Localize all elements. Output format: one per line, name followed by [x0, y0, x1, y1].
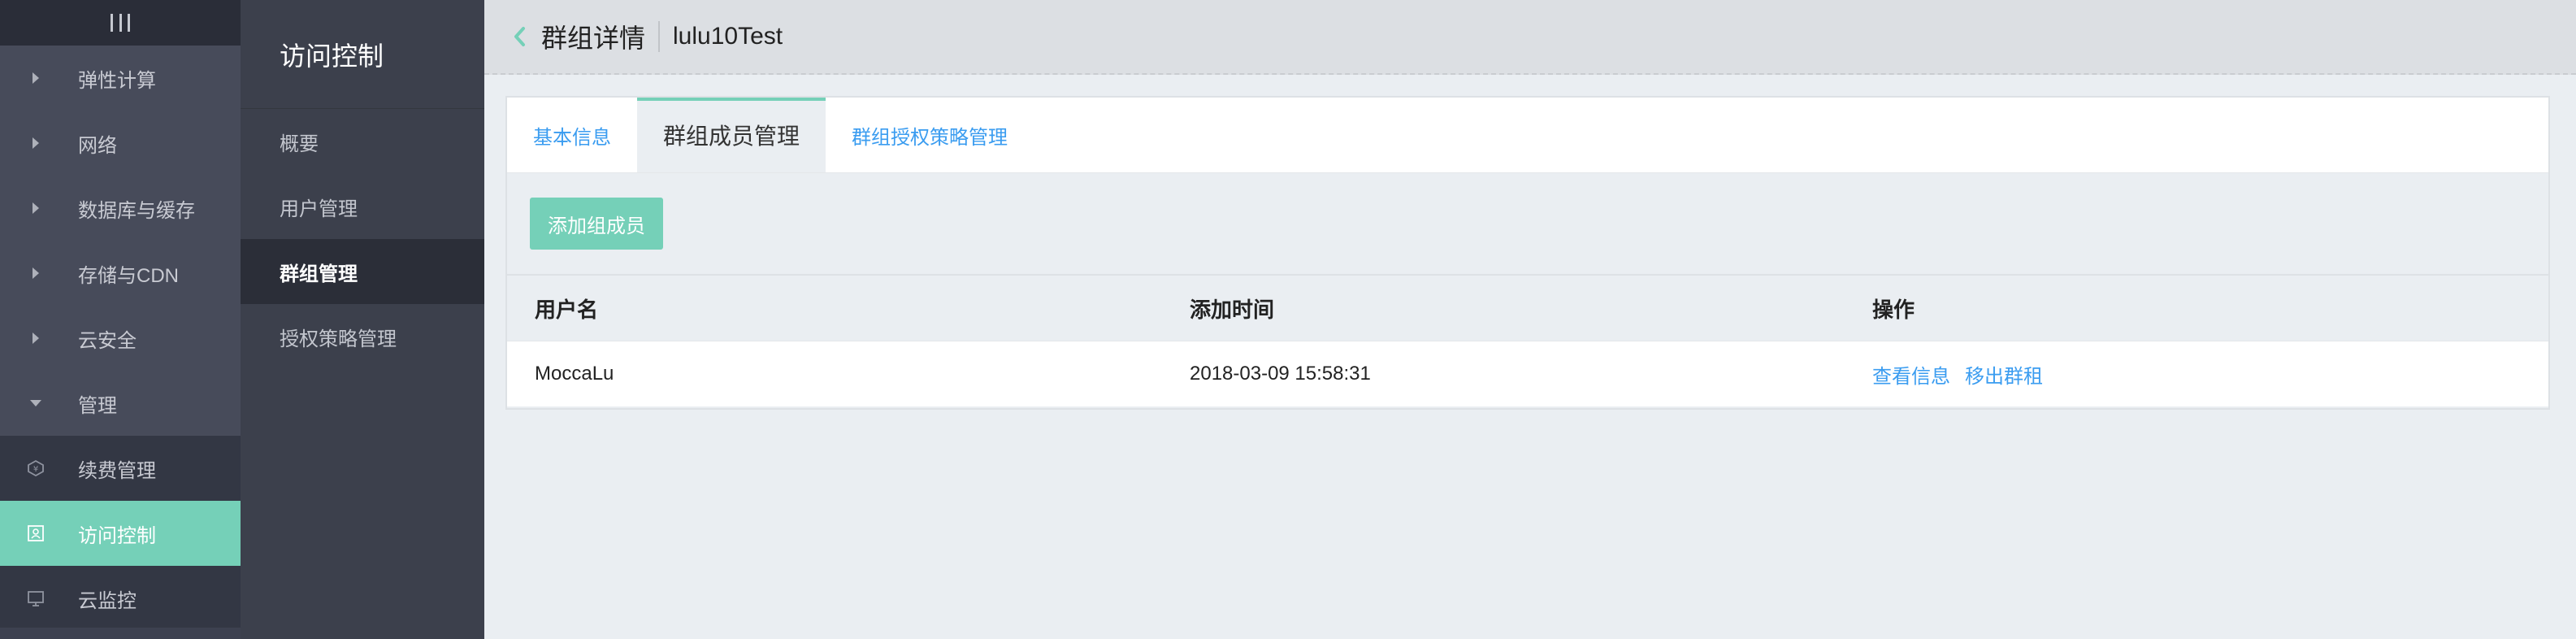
nav-group-storage[interactable]: 存储与CDN — [0, 241, 241, 306]
secondary-sidebar: 访问控制 概要 用户管理 群组管理 授权策略管理 — [241, 0, 484, 639]
chevron-right-icon — [33, 267, 39, 279]
nav-item-access-control[interactable]: 访问控制 — [0, 501, 241, 566]
nav-group-label: 数据库与缓存 — [78, 199, 195, 222]
cell-added-time: 2018-03-09 15:58:31 — [1190, 363, 1371, 385]
nav-group-label: 弹性计算 — [78, 69, 156, 92]
nav-group-network[interactable]: 网络 — [0, 111, 241, 176]
renewal-icon: ¥ — [26, 459, 46, 478]
secondary-sidebar-title: 访问控制 — [241, 0, 484, 109]
primary-sidebar: 弹性计算 网络 数据库与缓存 存储与CDN 云安全 管理 ¥ 续费管理 访问控制… — [0, 0, 241, 639]
table-header: 用户名 添加时间 操作 — [507, 274, 2548, 341]
cell-username: MoccaLu — [535, 363, 614, 385]
chevron-right-icon — [33, 137, 39, 149]
header-divider — [658, 21, 661, 52]
tab-bar: 基本信息 群组成员管理 群组授权策略管理 — [507, 98, 2548, 173]
sidebar-item-users[interactable]: 用户管理 — [241, 174, 484, 239]
nav-item-renewal[interactable]: ¥ 续费管理 — [0, 436, 241, 501]
chevron-down-icon — [30, 400, 41, 406]
nav-item-cloud-monitor[interactable]: 云监控 — [0, 566, 241, 631]
access-control-icon — [26, 524, 46, 543]
nav-group-management[interactable]: 管理 — [0, 371, 241, 436]
chevron-right-icon — [33, 202, 39, 214]
nav-group-elastic-compute[interactable]: 弹性计算 — [0, 46, 241, 111]
column-header-username: 用户名 — [535, 297, 599, 322]
cell-actions: 查看信息 移出群租 — [1872, 360, 2043, 389]
tab-group-members[interactable]: 群组成员管理 — [637, 98, 826, 172]
page-title: 群组详情 — [541, 24, 646, 53]
nav-group-database[interactable]: 数据库与缓存 — [0, 176, 241, 241]
nav-item-label: 续费管理 — [78, 459, 156, 482]
chevron-right-icon — [33, 333, 39, 344]
tab-basic-info[interactable]: 基本信息 — [507, 98, 637, 172]
members-toolbar: 添加组成员 — [507, 173, 2548, 274]
add-member-button[interactable]: 添加组成员 — [530, 198, 663, 250]
page-header: 群组详情 lulu10Test — [484, 0, 2576, 75]
tab-group-policies[interactable]: 群组授权策略管理 — [826, 98, 1034, 172]
column-header-added-time: 添加时间 — [1190, 297, 1275, 322]
sidebar-item-groups[interactable]: 群组管理 — [241, 239, 484, 304]
nav-item-label: 访问控制 — [78, 524, 156, 547]
chevron-right-icon — [33, 72, 39, 84]
monitor-icon — [26, 589, 46, 608]
main-content: 群组详情 lulu10Test 基本信息 群组成员管理 群组授权策略管理 添加组… — [484, 0, 2576, 639]
nav-item-label: 云监控 — [78, 589, 137, 612]
nav-group-label: 存储与CDN — [78, 264, 179, 287]
table-row: MoccaLu 2018-03-09 15:58:31 查看信息 移出群租 — [507, 341, 2548, 406]
sidebar-item-overview[interactable]: 概要 — [241, 109, 484, 174]
nav-group-security[interactable]: 云安全 — [0, 306, 241, 371]
menu-toggle[interactable] — [0, 0, 241, 46]
sidebar-item-policies[interactable]: 授权策略管理 — [241, 304, 484, 369]
column-header-actions: 操作 — [1872, 297, 1915, 322]
back-arrow-icon[interactable] — [510, 27, 530, 46]
group-name: lulu10Test — [673, 23, 783, 50]
sidebar-bottom-edge — [0, 628, 241, 639]
svg-text:¥: ¥ — [33, 465, 38, 474]
nav-group-label: 云安全 — [78, 329, 137, 352]
nav-group-label: 管理 — [78, 394, 117, 417]
product-groups: 弹性计算 网络 数据库与缓存 存储与CDN 云安全 管理 — [0, 46, 241, 436]
group-detail-panel: 基本信息 群组成员管理 群组授权策略管理 添加组成员 用户名 添加时间 操作 M… — [505, 96, 2550, 410]
view-info-link[interactable]: 查看信息 — [1872, 360, 1950, 389]
nav-group-label: 网络 — [78, 134, 117, 157]
hamburger-icon[interactable] — [111, 14, 130, 32]
remove-from-group-link[interactable]: 移出群租 — [1965, 360, 2043, 389]
